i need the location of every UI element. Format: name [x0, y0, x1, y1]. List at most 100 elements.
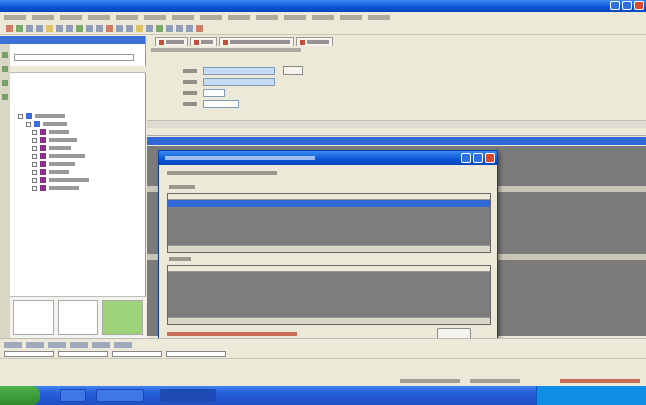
field-input[interactable]	[203, 67, 275, 75]
results-grid-selected-row[interactable]	[147, 137, 646, 145]
toolbar-icon[interactable]	[166, 25, 173, 32]
preview-thumbnail[interactable]	[13, 300, 54, 335]
tree-node[interactable]	[18, 160, 128, 168]
toolbar-icon[interactable]	[6, 25, 13, 32]
menu-item[interactable]	[368, 15, 390, 20]
strip-icon[interactable]	[114, 342, 132, 348]
toolbar-icon[interactable]	[26, 25, 33, 32]
menu-item[interactable]	[32, 15, 54, 20]
document-tab[interactable]	[155, 37, 188, 46]
menu-item[interactable]	[4, 15, 26, 20]
toolbar-icon[interactable]	[116, 25, 123, 32]
toolbar-icon[interactable]	[146, 25, 153, 32]
horizontal-scrollbar[interactable]	[168, 245, 490, 252]
tab-close-icon[interactable]	[194, 39, 199, 45]
taskbar-button[interactable]	[160, 389, 216, 402]
document-tab[interactable]	[219, 37, 294, 46]
strip-icon[interactable]	[92, 342, 110, 348]
strip-icon[interactable]	[48, 342, 66, 348]
tree-expand-icon[interactable]	[32, 129, 37, 135]
strip-icon[interactable]	[2, 80, 8, 86]
tree-expand-icon[interactable]	[32, 153, 37, 159]
strip-icon[interactable]	[4, 342, 22, 348]
tab-close-icon[interactable]	[300, 39, 305, 45]
strip-icon[interactable]	[2, 66, 8, 72]
toolbar-icon[interactable]	[16, 25, 23, 32]
taskbar-button[interactable]	[96, 389, 144, 402]
menu-item[interactable]	[60, 15, 82, 20]
menu-item[interactable]	[172, 15, 194, 20]
menu-item[interactable]	[256, 15, 278, 20]
strip-icon[interactable]	[26, 342, 44, 348]
dialog-grid-bottom[interactable]	[167, 265, 491, 325]
strip-icon[interactable]	[2, 52, 8, 58]
maximize-icon[interactable]	[473, 153, 483, 163]
tree-expand-icon[interactable]	[18, 113, 23, 119]
tree-node[interactable]	[18, 120, 128, 128]
dialog-grid-selected-row[interactable]	[168, 200, 490, 207]
menu-item[interactable]	[88, 15, 110, 20]
preview-thumbnail[interactable]	[57, 300, 99, 335]
tree-expand-icon[interactable]	[32, 161, 37, 167]
tree-expand-icon[interactable]	[32, 137, 37, 143]
bottom-field[interactable]	[58, 351, 108, 357]
tree-expand-icon[interactable]	[32, 169, 37, 175]
toolbar-icon[interactable]	[196, 25, 203, 32]
menu-item[interactable]	[144, 15, 166, 20]
field-input[interactable]	[203, 78, 275, 86]
tree-expand-icon[interactable]	[32, 145, 37, 151]
document-tab[interactable]	[296, 37, 333, 46]
tree-node[interactable]	[18, 168, 128, 176]
navigator-search-input[interactable]	[14, 54, 134, 61]
toolbar-icon[interactable]	[126, 25, 133, 32]
toolbar-icon[interactable]	[56, 25, 63, 32]
menu-item[interactable]	[116, 15, 138, 20]
tab-close-icon[interactable]	[223, 39, 228, 45]
toolbar-icon[interactable]	[186, 25, 193, 32]
toolbar-icon[interactable]	[156, 25, 163, 32]
field-input[interactable]	[203, 89, 225, 97]
field-input[interactable]	[203, 100, 239, 108]
search-button[interactable]	[283, 66, 303, 75]
menu-item[interactable]	[312, 15, 334, 20]
taskbar-button[interactable]	[60, 389, 86, 402]
menu-item[interactable]	[228, 15, 250, 20]
window-close-icon[interactable]	[634, 1, 644, 10]
tree-expand-icon[interactable]	[32, 185, 37, 191]
tree-node[interactable]	[18, 144, 128, 152]
tab-close-icon[interactable]	[159, 39, 164, 45]
tree-node[interactable]	[18, 184, 128, 192]
dialog-close-icon[interactable]	[485, 153, 495, 163]
tree-node[interactable]	[18, 152, 128, 160]
toolbar-icon[interactable]	[46, 25, 53, 32]
dialog-grid-top[interactable]	[167, 193, 491, 253]
toolbar-icon[interactable]	[66, 25, 73, 32]
tree-node[interactable]	[18, 136, 128, 144]
menu-item[interactable]	[340, 15, 362, 20]
tree-expand-icon[interactable]	[32, 177, 37, 183]
tree-expand-icon[interactable]	[26, 121, 31, 127]
document-tab[interactable]	[190, 37, 217, 46]
bottom-field[interactable]	[166, 351, 226, 357]
toolbar-icon[interactable]	[106, 25, 113, 32]
menu-item[interactable]	[284, 15, 306, 20]
toolbar-icon[interactable]	[136, 25, 143, 32]
preview-thumbnail[interactable]	[102, 300, 144, 335]
toolbar-icon[interactable]	[176, 25, 183, 32]
minimize-icon[interactable]	[610, 1, 620, 10]
toolbar-icon[interactable]	[96, 25, 103, 32]
toolbar-icon[interactable]	[86, 25, 93, 32]
tree-node[interactable]	[18, 112, 128, 120]
minimize-icon[interactable]	[461, 153, 471, 163]
bottom-field[interactable]	[112, 351, 162, 357]
bottom-field[interactable]	[4, 351, 54, 357]
maximize-icon[interactable]	[622, 1, 632, 10]
tree-node[interactable]	[18, 128, 128, 136]
tree-node[interactable]	[18, 176, 128, 184]
menu-item[interactable]	[200, 15, 222, 20]
toolbar-icon[interactable]	[36, 25, 43, 32]
strip-icon[interactable]	[70, 342, 88, 348]
strip-icon[interactable]	[2, 94, 8, 100]
horizontal-scrollbar[interactable]	[168, 317, 490, 324]
start-button[interactable]	[0, 386, 40, 405]
